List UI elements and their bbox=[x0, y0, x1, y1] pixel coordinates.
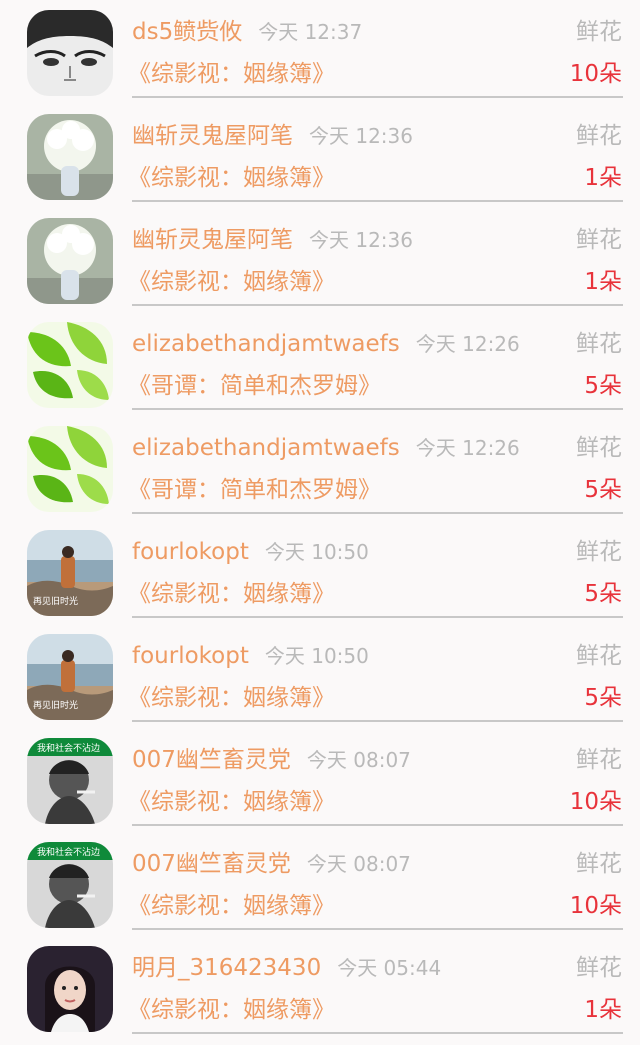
user-name[interactable]: 明月_316423430 bbox=[132, 955, 321, 981]
list-item[interactable]: elizabethandjamtwaefs 今天 12:26 鲜花 《哥谭：简单和… bbox=[0, 312, 640, 416]
avatar-man-bw[interactable]: 我和社会不沾边 bbox=[27, 842, 113, 928]
avatar-flowers[interactable] bbox=[27, 218, 113, 304]
user-name[interactable]: fourlokopt bbox=[132, 643, 249, 669]
user-name[interactable]: fourlokopt bbox=[132, 539, 249, 565]
timestamp: 今天 12:26 bbox=[415, 436, 520, 460]
book-title[interactable]: 《哥谭：简单和杰罗姆》 bbox=[128, 368, 381, 404]
user-name[interactable]: 007幽竺畜灵党 bbox=[132, 851, 291, 877]
gift-type: 鲜花 bbox=[576, 227, 622, 253]
gift-type: 鲜花 bbox=[576, 955, 622, 981]
list-item[interactable]: 幽斩灵鬼屋阿笔 今天 12:36 鲜花 《综影视：姻缘簿》 1朵 bbox=[0, 104, 640, 208]
timestamp: 今天 05:44 bbox=[337, 956, 442, 980]
divider bbox=[132, 304, 623, 306]
book-title[interactable]: 《综影视：姻缘簿》 bbox=[128, 992, 335, 1028]
book-title[interactable]: 《综影视：姻缘簿》 bbox=[128, 888, 335, 924]
timestamp: 今天 08:07 bbox=[306, 748, 411, 772]
avatar-woman-sketch[interactable] bbox=[27, 10, 113, 96]
gift-count: 5朵 bbox=[584, 373, 622, 399]
user-name[interactable]: 幽斩灵鬼屋阿笔 bbox=[132, 123, 293, 149]
list-item[interactable]: 明月_316423430 今天 05:44 鲜花 《综影视：姻缘簿》 1朵 bbox=[0, 936, 640, 1040]
gift-type: 鲜花 bbox=[576, 851, 622, 877]
gift-list: ds5鲼赀攸 今天 12:37 鲜花 《综影视：姻缘簿》 10朵 幽斩灵鬼屋阿笔今… bbox=[0, 0, 640, 1040]
user-name[interactable]: elizabethandjamtwaefs bbox=[132, 331, 400, 357]
book-title[interactable]: 《综影视：姻缘簿》 bbox=[128, 784, 335, 820]
timestamp: 今天 12:36 bbox=[309, 228, 413, 252]
list-item[interactable]: 我和社会不沾边 007幽竺畜灵党 今天 08:07 鲜花 《综影视：姻缘簿》 10… bbox=[0, 728, 640, 832]
list-item[interactable]: 我和社会不沾边 007幽竺畜灵党 今天 08:07 鲜花 《综影视：姻缘簿》 10… bbox=[0, 832, 640, 936]
divider bbox=[132, 720, 623, 722]
svg-text:我和社会不沾边: 我和社会不沾边 bbox=[37, 846, 100, 857]
user-name[interactable]: 007幽竺畜灵党 bbox=[132, 747, 291, 773]
divider bbox=[132, 512, 623, 514]
avatar-seaside[interactable]: 再见旧时光 bbox=[27, 634, 113, 720]
user-name[interactable]: ds5鲼赀攸 bbox=[132, 19, 242, 45]
list-item[interactable]: 再见旧时光 fourlokopt 今天 10:50 鲜花 《综影视：姻缘簿》 5朵 bbox=[0, 624, 640, 728]
list-item[interactable]: ds5鲼赀攸 今天 12:37 鲜花 《综影视：姻缘簿》 10朵 bbox=[0, 0, 640, 104]
gift-count: 5朵 bbox=[584, 685, 622, 711]
divider bbox=[132, 200, 623, 202]
timestamp: 今天 10:50 bbox=[264, 644, 369, 668]
gift-count: 5朵 bbox=[584, 477, 622, 503]
avatar-green-leaves[interactable] bbox=[27, 426, 113, 512]
divider bbox=[132, 824, 623, 826]
list-item[interactable]: 幽斩灵鬼屋阿笔 今天 12:36 鲜花 《综影视：姻缘簿》 1朵 bbox=[0, 208, 640, 312]
divider bbox=[132, 1032, 623, 1034]
list-item[interactable]: elizabethandjamtwaefs 今天 12:26 鲜花 《哥谭：简单和… bbox=[0, 416, 640, 520]
user-name[interactable]: elizabethandjamtwaefs bbox=[132, 435, 400, 461]
book-title[interactable]: 《哥谭：简单和杰罗姆》 bbox=[128, 472, 381, 508]
gift-count: 10朵 bbox=[569, 61, 622, 87]
gift-count: 1朵 bbox=[584, 165, 622, 191]
gift-count: 1朵 bbox=[584, 997, 622, 1023]
divider bbox=[132, 408, 623, 410]
book-title[interactable]: 《综影视：姻缘簿》 bbox=[128, 56, 335, 92]
avatar-man-bw[interactable]: 我和社会不沾边 bbox=[27, 738, 113, 824]
avatar-woman-portrait[interactable] bbox=[27, 946, 113, 1032]
timestamp: 今天 12:36 bbox=[309, 124, 413, 148]
gift-type: 鲜花 bbox=[576, 643, 622, 669]
timestamp: 今天 12:26 bbox=[415, 332, 520, 356]
gift-type: 鲜花 bbox=[576, 539, 622, 565]
divider bbox=[132, 616, 623, 618]
gift-type: 鲜花 bbox=[576, 123, 622, 149]
divider bbox=[132, 96, 623, 98]
divider bbox=[132, 928, 623, 930]
avatar-flowers[interactable] bbox=[27, 114, 113, 200]
gift-type: 鲜花 bbox=[576, 19, 622, 45]
timestamp: 今天 08:07 bbox=[306, 852, 411, 876]
book-title[interactable]: 《综影视：姻缘簿》 bbox=[128, 576, 335, 612]
gift-count: 5朵 bbox=[584, 581, 622, 607]
gift-count: 10朵 bbox=[569, 789, 622, 815]
gift-count: 10朵 bbox=[569, 893, 622, 919]
gift-type: 鲜花 bbox=[576, 331, 622, 357]
avatar-seaside[interactable]: 再见旧时光 bbox=[27, 530, 113, 616]
svg-text:再见旧时光: 再见旧时光 bbox=[33, 595, 78, 606]
book-title[interactable]: 《综影视：姻缘簿》 bbox=[128, 680, 335, 716]
avatar-green-leaves[interactable] bbox=[27, 322, 113, 408]
book-title[interactable]: 《综影视：姻缘簿》 bbox=[128, 264, 335, 300]
timestamp: 今天 10:50 bbox=[264, 540, 369, 564]
user-name[interactable]: 幽斩灵鬼屋阿笔 bbox=[132, 227, 293, 253]
book-title[interactable]: 《综影视：姻缘簿》 bbox=[128, 160, 335, 196]
gift-type: 鲜花 bbox=[576, 435, 622, 461]
svg-text:再见旧时光: 再见旧时光 bbox=[33, 699, 78, 710]
list-item[interactable]: 再见旧时光 fourlokopt 今天 10:50 鲜花 《综影视：姻缘簿》 5朵 bbox=[0, 520, 640, 624]
svg-text:我和社会不沾边: 我和社会不沾边 bbox=[37, 742, 100, 753]
gift-type: 鲜花 bbox=[576, 747, 622, 773]
timestamp: 今天 12:37 bbox=[258, 20, 363, 44]
gift-count: 1朵 bbox=[584, 269, 622, 295]
